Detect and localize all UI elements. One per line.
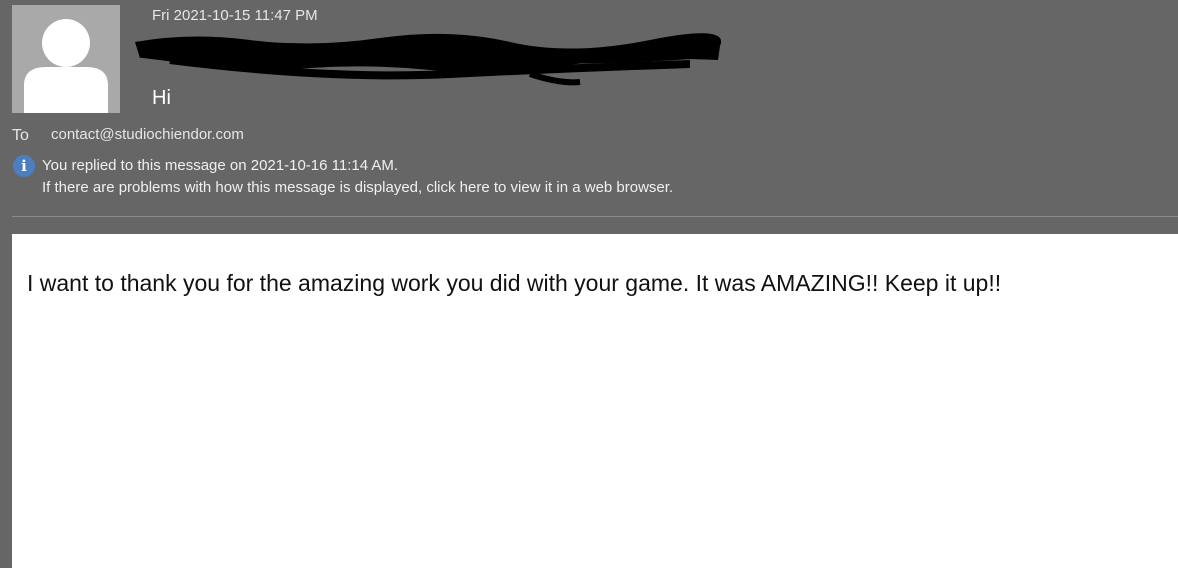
info-icon: i — [13, 155, 35, 177]
message-subject: Hi — [152, 87, 171, 109]
sender-avatar — [12, 5, 120, 113]
replied-notice: You replied to this message on 2021-10-1… — [42, 157, 399, 174]
recipient-address[interactable]: contact@studiochiendor.com — [51, 126, 244, 143]
to-label: To — [12, 127, 29, 144]
message-body-text: I want to thank you for the amazing work… — [27, 270, 1002, 296]
header-divider — [12, 216, 1178, 217]
message-body: I want to thank you for the amazing work… — [12, 234, 1178, 568]
email-reading-pane: Fri 2021-10-15 11:47 PM Hi To contact@st… — [0, 0, 1178, 568]
view-in-browser-link[interactable]: If there are problems with how this mess… — [42, 179, 673, 196]
message-date: Fri 2021-10-15 11:47 PM — [152, 7, 318, 24]
redacted-sender-scribble — [135, 33, 722, 86]
person-icon — [12, 5, 120, 113]
